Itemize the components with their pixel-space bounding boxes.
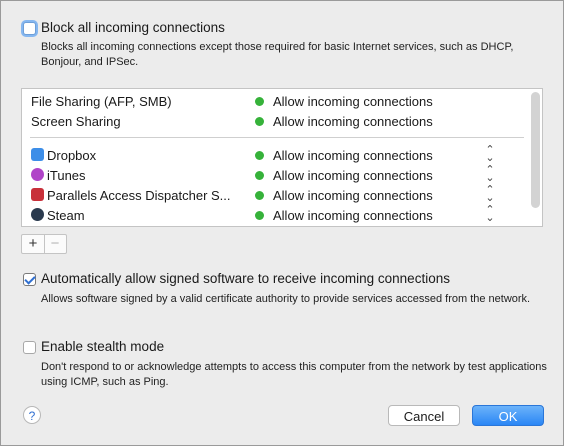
service-name: File Sharing (AFP, SMB): [31, 94, 172, 109]
add-app-button[interactable]: +: [22, 235, 45, 253]
app-name: Steam: [47, 208, 85, 223]
app-status: Allow incoming connections: [273, 188, 433, 203]
remove-app-button[interactable]: −: [44, 235, 66, 253]
status-dot-icon: [255, 171, 264, 180]
service-name: Screen Sharing: [31, 114, 121, 129]
itunes-icon: [31, 168, 44, 181]
app-status: Allow incoming connections: [273, 168, 433, 183]
block-all-title: Block all incoming connections: [41, 20, 225, 35]
cancel-button[interactable]: Cancel: [388, 405, 460, 426]
app-status: Allow incoming connections: [273, 148, 433, 163]
app-name: Parallels Access Dispatcher S...: [47, 188, 231, 203]
ok-button[interactable]: OK: [472, 405, 544, 426]
app-name: Dropbox: [47, 148, 97, 163]
list-item[interactable]: Dropbox Allow incoming connections ⌃ ⌄: [22, 145, 532, 165]
status-dot-icon: [255, 117, 264, 126]
auto-allow-signed-checkbox[interactable]: [23, 273, 36, 286]
firewall-options-dialog: Block all incoming connections Blocks al…: [0, 0, 564, 446]
stealth-mode-description: Don't respond to or acknowledge attempts…: [41, 361, 547, 388]
status-stepper-icon[interactable]: ⌃ ⌄: [485, 165, 495, 184]
list-separator: [30, 137, 524, 138]
app-status: Allow incoming connections: [273, 208, 433, 223]
status-stepper-icon[interactable]: ⌃ ⌄: [485, 185, 495, 204]
list-add-remove-control: + −: [21, 234, 67, 254]
list-item[interactable]: Steam Allow incoming connections ⌃ ⌄: [22, 205, 532, 225]
list-item[interactable]: iTunes Allow incoming connections ⌃ ⌄: [22, 165, 532, 185]
help-button[interactable]: ?: [23, 406, 41, 424]
auto-allow-description: Allows software signed by a valid certif…: [41, 293, 531, 305]
status-stepper-icon[interactable]: ⌃ ⌄: [485, 205, 495, 224]
list-item[interactable]: File Sharing (AFP, SMB) Allow incoming c…: [22, 91, 532, 111]
block-all-description: Blocks all incoming connections except t…: [41, 41, 514, 68]
list-scrollbar[interactable]: [531, 92, 540, 208]
parallels-icon: [31, 188, 44, 201]
app-name: iTunes: [47, 168, 86, 183]
block-all-checkbox[interactable]: [23, 22, 36, 35]
status-dot-icon: [255, 97, 264, 106]
firewall-app-list[interactable]: File Sharing (AFP, SMB) Allow incoming c…: [21, 88, 543, 227]
service-status: Allow incoming connections: [273, 114, 433, 129]
status-stepper-icon[interactable]: ⌃ ⌄: [485, 145, 495, 164]
dropbox-icon: [31, 148, 44, 161]
status-dot-icon: [255, 151, 264, 160]
list-item[interactable]: Screen Sharing Allow incoming connection…: [22, 111, 532, 131]
status-dot-icon: [255, 191, 264, 200]
service-status: Allow incoming connections: [273, 94, 433, 109]
steam-icon: [31, 208, 44, 221]
status-dot-icon: [255, 211, 264, 220]
auto-allow-title: Automatically allow signed software to r…: [41, 271, 450, 286]
list-item[interactable]: Parallels Access Dispatcher S... Allow i…: [22, 185, 532, 205]
stealth-mode-title: Enable stealth mode: [41, 339, 165, 354]
stealth-mode-checkbox[interactable]: [23, 341, 36, 354]
